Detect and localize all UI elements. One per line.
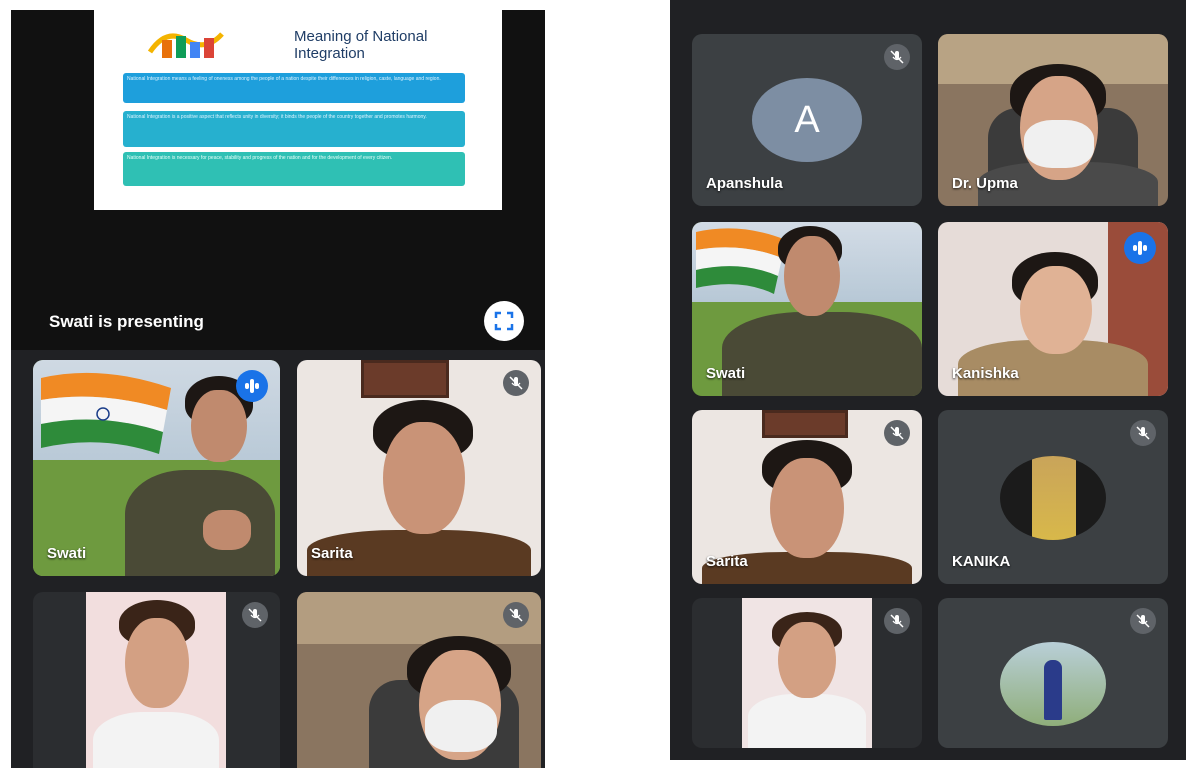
avatar-figure bbox=[1044, 660, 1062, 720]
slide-paragraph: National Integration is necessary for pe… bbox=[123, 152, 465, 186]
participant-tile-kanika[interactable]: KANIKA bbox=[938, 410, 1168, 584]
participant-tile[interactable] bbox=[692, 598, 922, 748]
participant-tile-sarita[interactable]: Sarita bbox=[297, 360, 541, 576]
flag-icon bbox=[41, 372, 171, 454]
mic-off-icon bbox=[509, 376, 523, 390]
participant-name: Sarita bbox=[706, 553, 748, 570]
speaking-indicator-icon bbox=[1124, 232, 1156, 264]
mic-off-button[interactable] bbox=[884, 608, 910, 634]
presentation-stage: Meaning of National Integration National… bbox=[11, 10, 545, 350]
participant-tile-apanshula[interactable]: A Apanshula bbox=[692, 34, 922, 206]
participant-tile-sarita[interactable]: Sarita bbox=[692, 410, 922, 584]
mic-off-button[interactable] bbox=[1130, 420, 1156, 446]
flag-icon bbox=[696, 228, 786, 294]
avatar: A bbox=[752, 78, 862, 162]
mic-off-icon bbox=[890, 426, 904, 440]
fullscreen-button[interactable] bbox=[484, 301, 524, 341]
avatar bbox=[1000, 456, 1106, 540]
mic-off-button[interactable] bbox=[503, 370, 529, 396]
participant-name: Swati bbox=[47, 545, 87, 562]
mic-off-button[interactable] bbox=[503, 602, 529, 628]
participant-name: Kanishka bbox=[952, 365, 1019, 382]
participant-face bbox=[1020, 266, 1092, 354]
participant-tile-swati[interactable]: Swati bbox=[33, 360, 280, 576]
avatar-photo bbox=[1032, 456, 1076, 540]
participant-tile-swati[interactable]: Swati bbox=[692, 222, 922, 396]
slide-logo bbox=[146, 22, 226, 62]
participant-uniform bbox=[93, 712, 219, 768]
participant-face bbox=[191, 390, 247, 462]
participant-tile[interactable] bbox=[938, 598, 1168, 748]
fullscreen-icon bbox=[494, 311, 514, 331]
speaking-indicator-icon bbox=[236, 370, 268, 402]
avatar bbox=[1000, 642, 1106, 726]
slide-paragraph: National Integration means a feeling of … bbox=[123, 73, 465, 103]
participant-tile-kanishka[interactable]: Kanishka bbox=[938, 222, 1168, 396]
mic-off-button[interactable] bbox=[1130, 608, 1156, 634]
face-mask bbox=[1024, 120, 1094, 168]
participant-face bbox=[383, 422, 465, 534]
wall-painting bbox=[762, 410, 848, 438]
mic-off-icon bbox=[890, 614, 904, 628]
participant-name: Apanshula bbox=[706, 175, 783, 192]
participant-name: Sarita bbox=[311, 545, 353, 562]
mic-off-icon bbox=[509, 608, 523, 622]
slide-paragraph: National Integration is a positive aspec… bbox=[123, 111, 465, 147]
mic-off-button[interactable] bbox=[884, 420, 910, 446]
mic-off-button[interactable] bbox=[884, 44, 910, 70]
presenting-label: Swati is presenting bbox=[49, 312, 204, 331]
meeting-screen-right: A Apanshula Dr. Upma Swati Kanishka Sari… bbox=[670, 0, 1186, 760]
participant-name: Swati bbox=[706, 365, 746, 382]
participant-uniform bbox=[722, 312, 922, 396]
participant-face bbox=[770, 458, 844, 558]
presentation-slide: Meaning of National Integration National… bbox=[94, 10, 502, 210]
mic-off-icon bbox=[890, 50, 904, 64]
slide-title: Meaning of National Integration bbox=[294, 28, 428, 62]
meeting-screen-left: Meaning of National Integration National… bbox=[11, 10, 545, 768]
mic-off-icon bbox=[248, 608, 262, 622]
participant-face bbox=[784, 236, 840, 316]
participant-name: Dr. Upma bbox=[952, 175, 1018, 192]
mic-off-button[interactable] bbox=[242, 602, 268, 628]
participant-tile-dr-upma[interactable]: Dr. Upma bbox=[938, 34, 1168, 206]
mic-off-icon bbox=[1136, 426, 1150, 440]
participant-uniform bbox=[748, 694, 866, 748]
participant-hands bbox=[203, 510, 251, 550]
mic-off-icon bbox=[1136, 614, 1150, 628]
participant-tile[interactable] bbox=[297, 592, 541, 768]
participant-name: KANIKA bbox=[952, 553, 1011, 570]
participant-face bbox=[778, 622, 836, 698]
wall-painting bbox=[361, 360, 449, 398]
participant-tile[interactable] bbox=[33, 592, 280, 768]
face-mask bbox=[425, 700, 497, 752]
participant-face bbox=[125, 618, 189, 708]
participant-uniform bbox=[125, 470, 275, 576]
